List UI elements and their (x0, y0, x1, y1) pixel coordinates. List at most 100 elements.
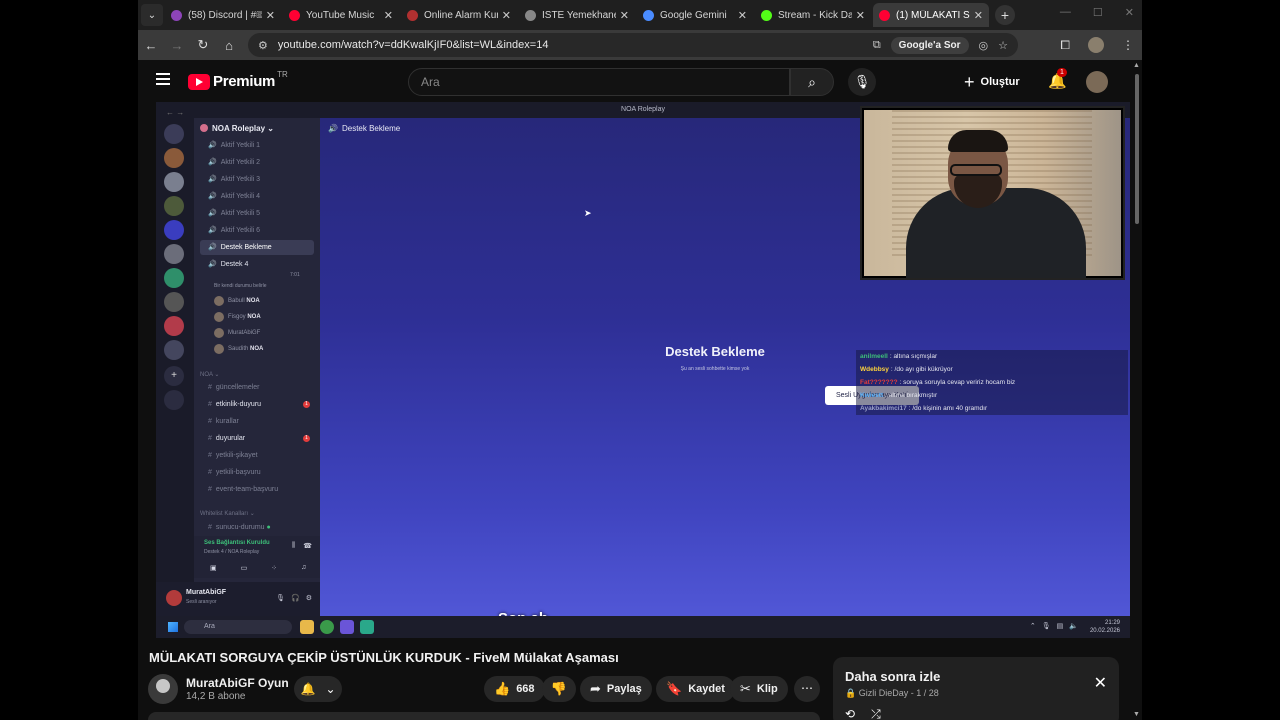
channel-name[interactable]: MuratAbiGF Oyun (186, 676, 289, 690)
discord-channel: 🔊 Aktif Yetkili 5 (200, 206, 314, 221)
menu-dots-icon[interactable]: ⋮ (1122, 38, 1134, 52)
extensions-icon[interactable]: ⧠ (1060, 38, 1070, 53)
subscription-bell-button[interactable]: 🔔 ⌄ (294, 676, 342, 702)
voice-member: Babull NOA (214, 294, 260, 308)
tab-title: (1) MÜLAKATI SO (896, 9, 970, 21)
notification-badge: 1 (1057, 68, 1067, 77)
new-tab-button[interactable]: + (995, 5, 1015, 25)
scrollbar-thumb[interactable] (1135, 74, 1139, 224)
discord-channel: # etkinlik-duyuru 1 (200, 397, 314, 412)
address-bar[interactable]: ⚙ youtube.com/watch?v=ddKwalKjIF0&list=W… (248, 33, 1018, 57)
eye-off-icon[interactable]: ◎ (979, 39, 989, 52)
channel-label: Aktif Yetkili 6 (220, 227, 261, 234)
profile-avatar[interactable] (1088, 37, 1104, 53)
streamer-hair (948, 130, 1008, 152)
site-info-icon[interactable]: ⚙ (258, 39, 268, 52)
tab-close-icon[interactable]: ✕ (974, 9, 983, 22)
member-avatar (214, 328, 224, 338)
scroll-down-icon[interactable]: ▼ (1133, 711, 1140, 718)
home-icon[interactable]: ⌂ (216, 38, 242, 53)
voice-channel-icon: 🔊 (208, 210, 217, 217)
member-name: Saudith (228, 346, 249, 352)
tab-close-icon[interactable]: ✕ (738, 9, 747, 22)
chat-text: : /do kişinin amı 40 gramdır (908, 405, 988, 412)
discover-icon (164, 390, 184, 410)
channel-label: yetkili-başvuru (215, 469, 261, 476)
hash-icon: # (208, 469, 212, 476)
install-icon[interactable]: ⧉ (873, 39, 881, 52)
video-player[interactable]: ← → NOA Roleplay + NOA Roleplay ⌄ 🔊 Aktif… (156, 102, 1130, 638)
activity-icon: ⁘ (271, 565, 278, 572)
discord-channel: 🔊 Destek Bekleme (200, 240, 314, 255)
notifications-bell-icon[interactable]: 🔔 1 (1048, 68, 1067, 90)
tab-close-icon[interactable]: ✕ (384, 9, 393, 22)
browser-tab[interactable]: İSTE Yemekhane ✕ (519, 3, 635, 27)
playlist-title[interactable]: Daha sonra izle (845, 669, 940, 684)
tab-search-icon[interactable]: ⌄ (141, 4, 163, 26)
back-icon[interactable]: ← (138, 38, 164, 53)
account-avatar[interactable] (1086, 71, 1108, 93)
tab-close-icon[interactable]: ✕ (856, 9, 865, 22)
minimize-icon[interactable]: — (1060, 6, 1071, 19)
unread-badge: 1 (303, 435, 310, 442)
tab-close-icon[interactable]: ✕ (502, 9, 511, 22)
network-icon: ▤ (1056, 623, 1064, 630)
channel-label: kurallar (215, 418, 239, 425)
settings-gear-icon: ⚙ (305, 595, 312, 602)
browser-tab[interactable]: YouTube Music ✕ (283, 3, 399, 27)
maximize-icon[interactable]: ☐ (1093, 6, 1103, 19)
loop-icon[interactable]: ⟲ (845, 707, 855, 720)
channel-label: Aktif Yetkili 1 (220, 142, 261, 149)
clip-button[interactable]: ✂ Klip (730, 676, 788, 702)
discord-channel: # duyurular 1 (200, 431, 314, 446)
app-icon (360, 620, 374, 634)
mouse-cursor-icon: ➤ (584, 208, 592, 218)
search-button[interactable]: ⌕ (790, 68, 834, 96)
save-button[interactable]: 🔖 Kaydet (656, 676, 735, 702)
share-button[interactable]: ➦ Paylaş (580, 676, 652, 702)
channel-avatar[interactable] (148, 674, 178, 704)
tab-title: (58) Discord | #🎟 (188, 9, 262, 21)
page-scrollbar[interactable]: ▲ ▼ (1132, 60, 1142, 720)
voice-search-icon[interactable]: 🎙 (848, 68, 876, 96)
reload-icon[interactable]: ↻ (190, 37, 216, 53)
logo-text: Premium (213, 73, 276, 90)
channel-label: Aktif Yetkili 2 (220, 159, 261, 166)
search-icon: ⌕ (808, 74, 816, 90)
description-box[interactable] (148, 712, 820, 720)
discord-channel: 🔊 Aktif Yetkili 3 (200, 172, 314, 187)
browser-tab[interactable]: Stream - Kick Da ✕ (755, 3, 871, 27)
close-window-icon[interactable]: ✕ (1125, 6, 1134, 19)
chevron-up-icon: ⌃ (1029, 623, 1036, 630)
server-icon (164, 292, 184, 312)
scroll-up-icon[interactable]: ▲ (1133, 62, 1140, 69)
tab-close-icon[interactable]: ✕ (620, 9, 629, 22)
chat-message: Kwiestt: altına bırakmıştır (856, 389, 1128, 402)
browser-tab[interactable]: (1) MÜLAKATI SO ✕ (873, 3, 989, 27)
browser-tab[interactable]: Google Gemini ✕ (637, 3, 753, 27)
soundboard-icon: ♫ (301, 564, 307, 571)
browser-tab[interactable]: Online Alarm Kur ✕ (401, 3, 517, 27)
lock-icon: 🔒 (845, 688, 857, 698)
member-avatar (214, 312, 224, 322)
more-actions-icon[interactable]: ⋯ (794, 676, 820, 702)
chat-text: : soruya soruyla cevap veririz hocam biz (899, 379, 1016, 386)
close-playlist-icon[interactable]: ✕ (1094, 673, 1107, 693)
dislike-button[interactable]: 👎 (542, 676, 576, 702)
tab-close-icon[interactable]: ✕ (266, 9, 275, 22)
create-button[interactable]: + Oluştur (964, 70, 1020, 94)
bookmark-star-icon[interactable]: ☆ (998, 39, 1008, 52)
youtube-logo[interactable]: Premium TR (188, 70, 288, 90)
like-button[interactable]: 👍 668 (484, 676, 545, 702)
browser-tab[interactable]: (58) Discord | #🎟 ✕ (165, 3, 281, 27)
voice-channel-icon: 🔊 (208, 193, 217, 200)
voice-actions: ⫼ ☎ (292, 542, 312, 550)
voice-channel-icon: 🔊 (328, 124, 338, 133)
hamburger-menu-icon[interactable] (156, 73, 170, 85)
shuffle-icon[interactable]: ⤮ (871, 707, 881, 720)
forward-icon[interactable]: → (164, 38, 190, 53)
search-input[interactable]: Ara (408, 68, 790, 96)
noise-suppression-icon: ⫼ (292, 542, 296, 549)
server-icon (164, 316, 184, 336)
google-ask-button[interactable]: Google'a Sor (890, 36, 969, 54)
